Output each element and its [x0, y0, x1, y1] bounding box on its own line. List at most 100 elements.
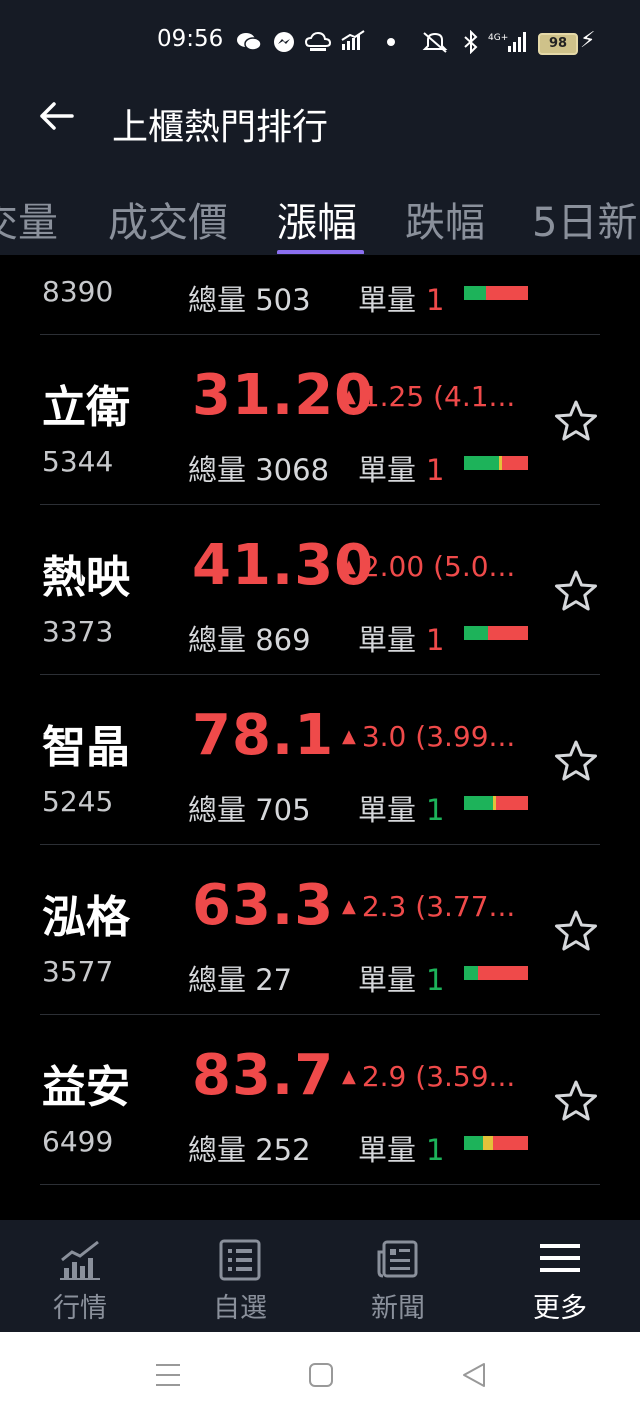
home-icon[interactable]: [307, 1360, 335, 1390]
buy-sell-ratio-bar: [464, 626, 528, 640]
list-item[interactable]: 泓格 3577 63.3 ▲ 2.3 (3.77... 總量 27 單量 1: [0, 845, 640, 1015]
price-change: ▲ 1.25 (4.1...: [342, 380, 516, 413]
stock-code: 5245: [42, 785, 114, 818]
ratio-segment: [464, 626, 489, 640]
list-icon: [219, 1239, 261, 1281]
tab-price[interactable]: 成交價: [108, 190, 228, 248]
list-item[interactable]: 立衛 5344 31.20 ▲ 1.25 (4.1... 總量 3068 單量 1: [0, 335, 640, 505]
page-title: 上櫃熱門排行: [112, 107, 329, 148]
nav-watchlist[interactable]: 自選: [180, 1220, 300, 1332]
mute-icon: [420, 30, 450, 59]
ratio-segment: [486, 286, 528, 300]
unit-volume: 單量 1: [358, 1133, 445, 1167]
bluetooth-icon: [462, 29, 480, 59]
stock-code: 5344: [42, 445, 114, 478]
buy-sell-ratio-bar: [464, 966, 528, 980]
tab-volume[interactable]: 交量: [0, 190, 58, 248]
stock-price: 78.1: [192, 703, 335, 768]
news-icon: [377, 1240, 418, 1278]
dot-icon: [386, 30, 396, 59]
buy-sell-ratio-bar: [464, 1136, 528, 1150]
menu-icon: [540, 1244, 580, 1272]
buy-sell-ratio-bar: [464, 796, 528, 810]
stock-price: 63.3: [192, 873, 335, 938]
price-change: ▲ 2.3 (3.77...: [342, 890, 516, 923]
ratio-segment: [483, 1136, 493, 1150]
total-volume: 總量 252: [188, 1133, 311, 1167]
active-tab-indicator: [277, 250, 364, 254]
system-nav-bar: [0, 1332, 640, 1422]
unit-volume: 單量 1: [358, 283, 445, 317]
nav-label: 行情: [53, 1293, 107, 1324]
total-volume: 總量 3068: [188, 453, 330, 487]
nav-market[interactable]: 行情: [20, 1220, 140, 1332]
stock-code: 6499: [42, 1125, 114, 1158]
ratio-segment: [478, 966, 528, 980]
up-triangle-icon: ▲: [342, 896, 356, 917]
ratio-segment: [464, 1136, 484, 1150]
nav-label: 更多: [533, 1293, 587, 1324]
cloud-app-icon: [304, 30, 332, 59]
total-volume: 總量 705: [188, 793, 311, 827]
unit-volume: 單量 1: [358, 963, 445, 997]
up-triangle-icon: ▲: [342, 386, 356, 407]
chart-icon: [60, 1240, 100, 1280]
stock-code: 8390: [42, 275, 114, 308]
list-item[interactable]: 熱映 3373 41.30 ▲ 2.00 (5.0... 總量 869 單量 1: [0, 505, 640, 675]
price-change: ▲ 2.9 (3.59...: [342, 1060, 516, 1093]
battery-icon: 98: [538, 33, 578, 55]
ratio-segment: [464, 796, 493, 810]
stock-name: 益安: [42, 1062, 130, 1113]
list-item[interactable]: 8390 總量 503 單量 1: [0, 255, 640, 335]
recent-apps-icon[interactable]: [154, 1360, 182, 1390]
stock-code: 3373: [42, 615, 114, 648]
stock-code: 3577: [42, 955, 114, 988]
stock-name: 立衛: [42, 382, 130, 433]
list-item[interactable]: 益安 6499 83.7 ▲ 2.9 (3.59... 總量 252 單量 1: [0, 1015, 640, 1185]
stock-name: 泓格: [42, 892, 130, 943]
ratio-segment: [464, 286, 487, 300]
back-arrow-icon[interactable]: [36, 96, 76, 145]
status-bar: 09:56 4G+ 98 ⚡: [0, 0, 640, 88]
ratio-segment: [502, 456, 528, 470]
nav-label: 新聞: [371, 1293, 425, 1324]
star-icon[interactable]: [552, 907, 600, 955]
nav-news[interactable]: 新聞: [338, 1220, 458, 1332]
ratio-segment: [492, 1136, 528, 1150]
total-volume: 總量 27: [188, 963, 293, 997]
ranking-list[interactable]: 8390 總量 503 單量 1 立衛 5344 31.20 ▲ 1.25 (4.1…: [0, 255, 640, 1220]
tab-gain[interactable]: 漲幅: [277, 190, 357, 248]
star-icon[interactable]: [552, 1077, 600, 1125]
stock-name: 智晶: [42, 722, 130, 773]
price-change: ▲ 3.0 (3.99...: [342, 720, 516, 753]
unit-volume: 單量 1: [358, 623, 445, 657]
ratio-segment: [464, 456, 500, 470]
back-triangle-icon[interactable]: [460, 1360, 488, 1390]
tab-bar: 交量 成交價 漲幅 跌幅 5日新: [0, 190, 640, 254]
up-triangle-icon: ▲: [342, 556, 356, 577]
messenger-icon: [272, 30, 296, 59]
up-triangle-icon: ▲: [342, 726, 356, 747]
price-change: ▲ 2.00 (5.0...: [342, 550, 516, 583]
status-time: 09:56: [157, 26, 224, 52]
charging-icon: ⚡: [580, 28, 596, 53]
signal-icon: 4G+: [488, 30, 528, 59]
unit-volume: 單量 1: [358, 453, 445, 487]
list-item[interactable]: 智晶 5245 78.1 ▲ 3.0 (3.99... 總量 705 單量 1: [0, 675, 640, 845]
star-icon[interactable]: [552, 737, 600, 785]
tab-loss[interactable]: 跌幅: [405, 190, 485, 248]
nav-more[interactable]: 更多: [500, 1220, 620, 1332]
buy-sell-ratio-bar: [464, 456, 528, 470]
total-volume: 總量 503: [188, 283, 311, 317]
star-icon[interactable]: [552, 567, 600, 615]
tab-5day-new[interactable]: 5日新: [532, 190, 637, 248]
star-icon[interactable]: [552, 397, 600, 445]
nav-label: 自選: [213, 1293, 267, 1324]
total-volume: 總量 869: [188, 623, 311, 657]
wechat-icon: [236, 30, 262, 59]
data-speed-icon: [340, 30, 366, 57]
buy-sell-ratio-bar: [464, 286, 528, 300]
top-bar: 09:56 4G+ 98 ⚡ 上櫃熱門排行 交量 成交價: [0, 0, 640, 255]
svg-text:4G+: 4G+: [488, 33, 508, 43]
bottom-nav: 行情 自選 新聞 更多: [0, 1220, 640, 1332]
